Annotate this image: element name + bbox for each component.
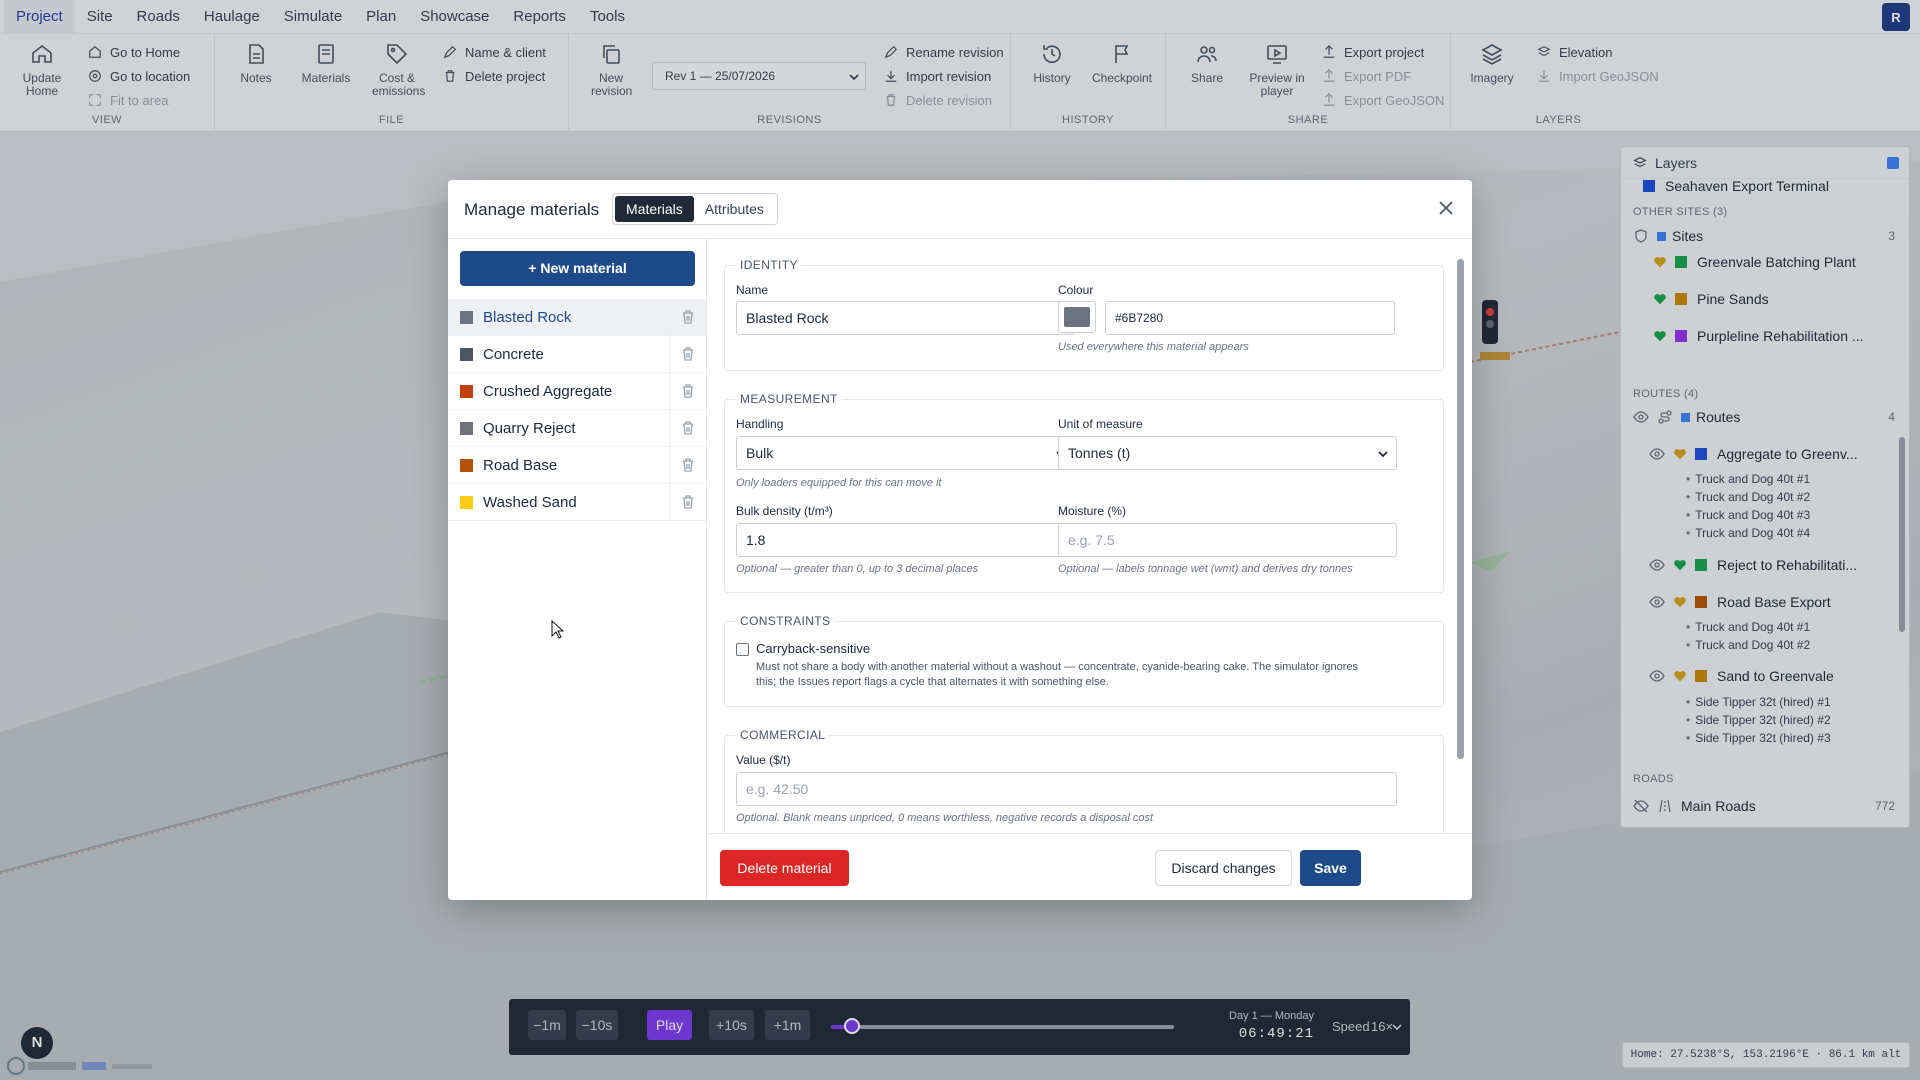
trash-icon[interactable] — [680, 420, 696, 436]
color-swatch — [460, 310, 473, 324]
material-row-concrete[interactable]: Concrete — [448, 336, 706, 373]
discard-changes-button[interactable]: Discard changes — [1155, 850, 1292, 886]
carryback-description-2: this; the Issues report flags a cycle th… — [756, 676, 1109, 688]
density-label: Bulk density (t/m³) — [736, 504, 833, 518]
moisture-input[interactable] — [1058, 523, 1397, 557]
color-swatch — [460, 421, 473, 435]
dialog-header: Manage materials Materials Attributes — [448, 180, 1472, 239]
value-label: Value ($/t) — [736, 753, 791, 767]
density-hint: Optional — greater than 0, up to 3 decim… — [736, 563, 979, 575]
form-scrollbar[interactable] — [1457, 259, 1464, 759]
carryback-checkbox[interactable] — [736, 643, 749, 656]
moisture-hint: Optional — labels tonnage wet (wmt) and … — [1058, 563, 1353, 575]
carryback-description: Must not share a body with another mater… — [756, 661, 1359, 673]
section-identity-title: IDENTITY — [736, 258, 802, 272]
material-name: Blasted Rock — [483, 308, 572, 326]
material-row-road-base[interactable]: Road Base — [448, 447, 706, 484]
trash-icon[interactable] — [680, 457, 696, 473]
carryback-label[interactable]: Carryback-sensitive — [756, 641, 870, 656]
tab-materials[interactable]: Materials — [615, 196, 694, 222]
color-swatch — [460, 458, 473, 472]
handling-hint: Only loaders equipped for this can move … — [736, 477, 942, 489]
mouse-cursor-icon — [551, 620, 565, 639]
new-material-button[interactable]: + New material — [460, 251, 695, 286]
material-name: Crushed Aggregate — [483, 382, 613, 400]
material-name: Concrete — [483, 345, 544, 363]
material-name: Road Base — [483, 456, 558, 474]
unit-value: Tonnes (t) — [1068, 445, 1131, 461]
tab-attributes[interactable]: Attributes — [694, 196, 775, 222]
material-row-washed-sand[interactable]: Washed Sand — [448, 484, 706, 521]
material-name: Quarry Reject — [483, 419, 576, 437]
dialog-tabs: Materials Attributes — [612, 193, 778, 225]
colour-picker[interactable] — [1058, 301, 1096, 333]
density-input[interactable] — [736, 523, 1075, 557]
delete-material-button[interactable]: Delete material — [720, 850, 849, 886]
dialog-title: Manage materials — [464, 200, 600, 219]
material-row-quarry-reject[interactable]: Quarry Reject — [448, 410, 706, 447]
name-input[interactable] — [736, 301, 1075, 335]
trash-icon[interactable] — [680, 346, 696, 362]
handling-label: Handling — [736, 417, 784, 431]
colour-hex-input[interactable] — [1105, 301, 1395, 335]
manage-materials-dialog: Manage materials Materials Attributes + … — [448, 180, 1472, 900]
colour-label: Colour — [1058, 283, 1094, 297]
handling-select[interactable]: Bulk — [736, 436, 1075, 470]
material-form: IDENTITY Name Colour Used everywhere thi… — [708, 239, 1472, 833]
material-name: Washed Sand — [483, 493, 577, 511]
trash-icon[interactable] — [680, 494, 696, 510]
close-icon[interactable] — [1438, 200, 1454, 216]
value-hint: Optional. Blank means unpriced, 0 means … — [736, 812, 1153, 824]
unit-select[interactable]: Tonnes (t) — [1058, 436, 1397, 470]
unit-label: Unit of measure — [1058, 417, 1143, 431]
materials-list: + New material Blasted Rock Concrete Cru… — [448, 239, 707, 900]
colour-hint: Used everywhere this material appears — [1058, 341, 1249, 353]
chevron-down-icon — [1378, 451, 1388, 458]
dialog-footer: Delete material Discard changes Save — [708, 833, 1472, 900]
moisture-label: Moisture (%) — [1058, 504, 1127, 518]
section-commercial-title: COMMERCIAL — [736, 728, 830, 742]
trash-icon[interactable] — [680, 309, 696, 325]
material-row-crushed-aggregate[interactable]: Crushed Aggregate — [448, 373, 706, 410]
material-row-blasted-rock[interactable]: Blasted Rock — [448, 299, 706, 336]
color-swatch — [460, 495, 473, 509]
handling-value: Bulk — [746, 445, 774, 461]
color-swatch — [460, 384, 473, 398]
section-constraints-title: CONSTRAINTS — [736, 614, 835, 628]
name-label: Name — [736, 283, 769, 297]
color-swatch — [460, 347, 473, 361]
save-button[interactable]: Save — [1300, 850, 1361, 886]
value-input[interactable] — [736, 772, 1397, 806]
trash-icon[interactable] — [680, 383, 696, 399]
section-measurement-title: MEASUREMENT — [736, 392, 842, 406]
